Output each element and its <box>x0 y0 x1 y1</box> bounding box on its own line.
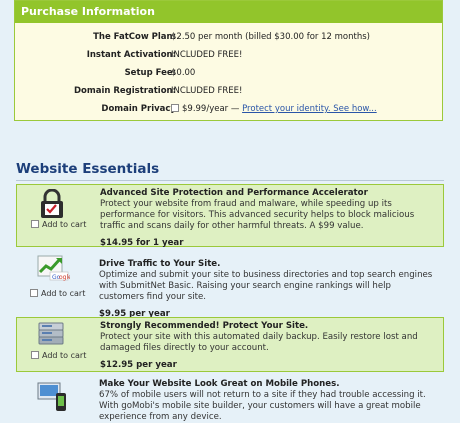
domain-registration-label: Domain Registration: <box>73 86 176 96</box>
padlock-check-icon <box>37 188 67 223</box>
product-item-drive-traffic: Go ogle Add to cart Drive Traffic to You… <box>16 254 444 319</box>
section-divider <box>16 180 444 181</box>
add-to-cart-backup[interactable]: Add to cart <box>31 351 86 360</box>
item-description: 67% of mobile users will not return to a… <box>99 390 426 422</box>
setup-fee-row: Setup Fee: $0.00 <box>15 66 442 80</box>
purchase-information-header: Purchase Information <box>15 1 442 23</box>
item-text: Make Your Website Look Great on Mobile P… <box>99 379 438 423</box>
domain-privacy-row: Domain Privacy $9.99/year — Protect your… <box>15 102 442 116</box>
website-essentials-title: Website Essentials <box>16 161 160 177</box>
item-text: Advanced Site Protection and Performance… <box>100 188 437 257</box>
plan-label: The FatCow Plan: <box>93 32 176 42</box>
item-price: $12.95 per year <box>100 360 177 370</box>
product-item-site-protection: Add to cart Advanced Site Protection and… <box>16 184 444 248</box>
instant-activation-label: Instant Activation: <box>86 50 176 60</box>
domain-registration-row: Domain Registration: INCLUDED FREE! <box>15 84 442 98</box>
add-to-cart-checkbox[interactable] <box>30 289 38 297</box>
add-to-cart-checkbox[interactable] <box>31 220 39 228</box>
item-description: Protect your site with this automated da… <box>100 332 418 353</box>
backup-drive-icon <box>37 321 67 351</box>
domain-privacy-value: $9.99/year — Protect your identity. See … <box>171 102 377 116</box>
item-description: Optimize and submit your site to busines… <box>99 270 433 302</box>
instant-activation-row: Instant Activation: INCLUDED FREE! <box>15 48 442 62</box>
product-item-backup: Add to cart Strongly Recommended! Protec… <box>16 317 444 372</box>
domain-registration-value: INCLUDED FREE! <box>171 86 243 96</box>
item-title: Make Your Website Look Great on Mobile P… <box>99 379 340 389</box>
domain-privacy-checkbox[interactable] <box>171 104 179 112</box>
domain-privacy-label: Domain Privacy <box>101 104 176 114</box>
item-title: Advanced Site Protection and Performance… <box>100 188 368 198</box>
add-to-cart-label: Add to cart <box>42 351 87 360</box>
traffic-chart-google-icon: Go ogle <box>36 254 72 288</box>
add-to-cart-site-protection[interactable]: Add to cart <box>31 220 86 229</box>
svg-text:ogle: ogle <box>59 274 70 281</box>
domain-privacy-price: $9.99/year — <box>182 104 240 114</box>
setup-fee-value: $0.00 <box>171 68 196 78</box>
item-title: Strongly Recommended! Protect Your Site. <box>100 321 309 331</box>
add-to-cart-drive-traffic[interactable]: Add to cart <box>30 289 85 298</box>
plan-row: The FatCow Plan: $2.50 per month (billed… <box>15 30 442 44</box>
add-to-cart-label: Add to cart <box>41 289 86 298</box>
setup-fee-label: Setup Fee: <box>124 68 176 78</box>
add-to-cart-label: Add to cart <box>42 220 87 229</box>
instant-activation-value: INCLUDED FREE! <box>171 50 243 60</box>
mobile-site-icon <box>36 379 70 417</box>
protect-identity-link[interactable]: Protect your identity. See how... <box>242 104 377 114</box>
product-item-mobile: Make Your Website Look Great on Mobile P… <box>16 377 444 422</box>
item-price: $14.95 for 1 year <box>100 238 184 248</box>
purchase-information-panel: Purchase Information The FatCow Plan: $2… <box>14 0 443 121</box>
item-title: Drive Traffic to Your Site. <box>99 259 221 269</box>
add-to-cart-checkbox[interactable] <box>31 351 39 359</box>
plan-value: $2.50 per month (billed $30.00 for 12 mo… <box>171 32 370 42</box>
item-text: Strongly Recommended! Protect Your Site.… <box>100 321 437 379</box>
item-description: Protect your website from fraud and malw… <box>100 199 415 231</box>
